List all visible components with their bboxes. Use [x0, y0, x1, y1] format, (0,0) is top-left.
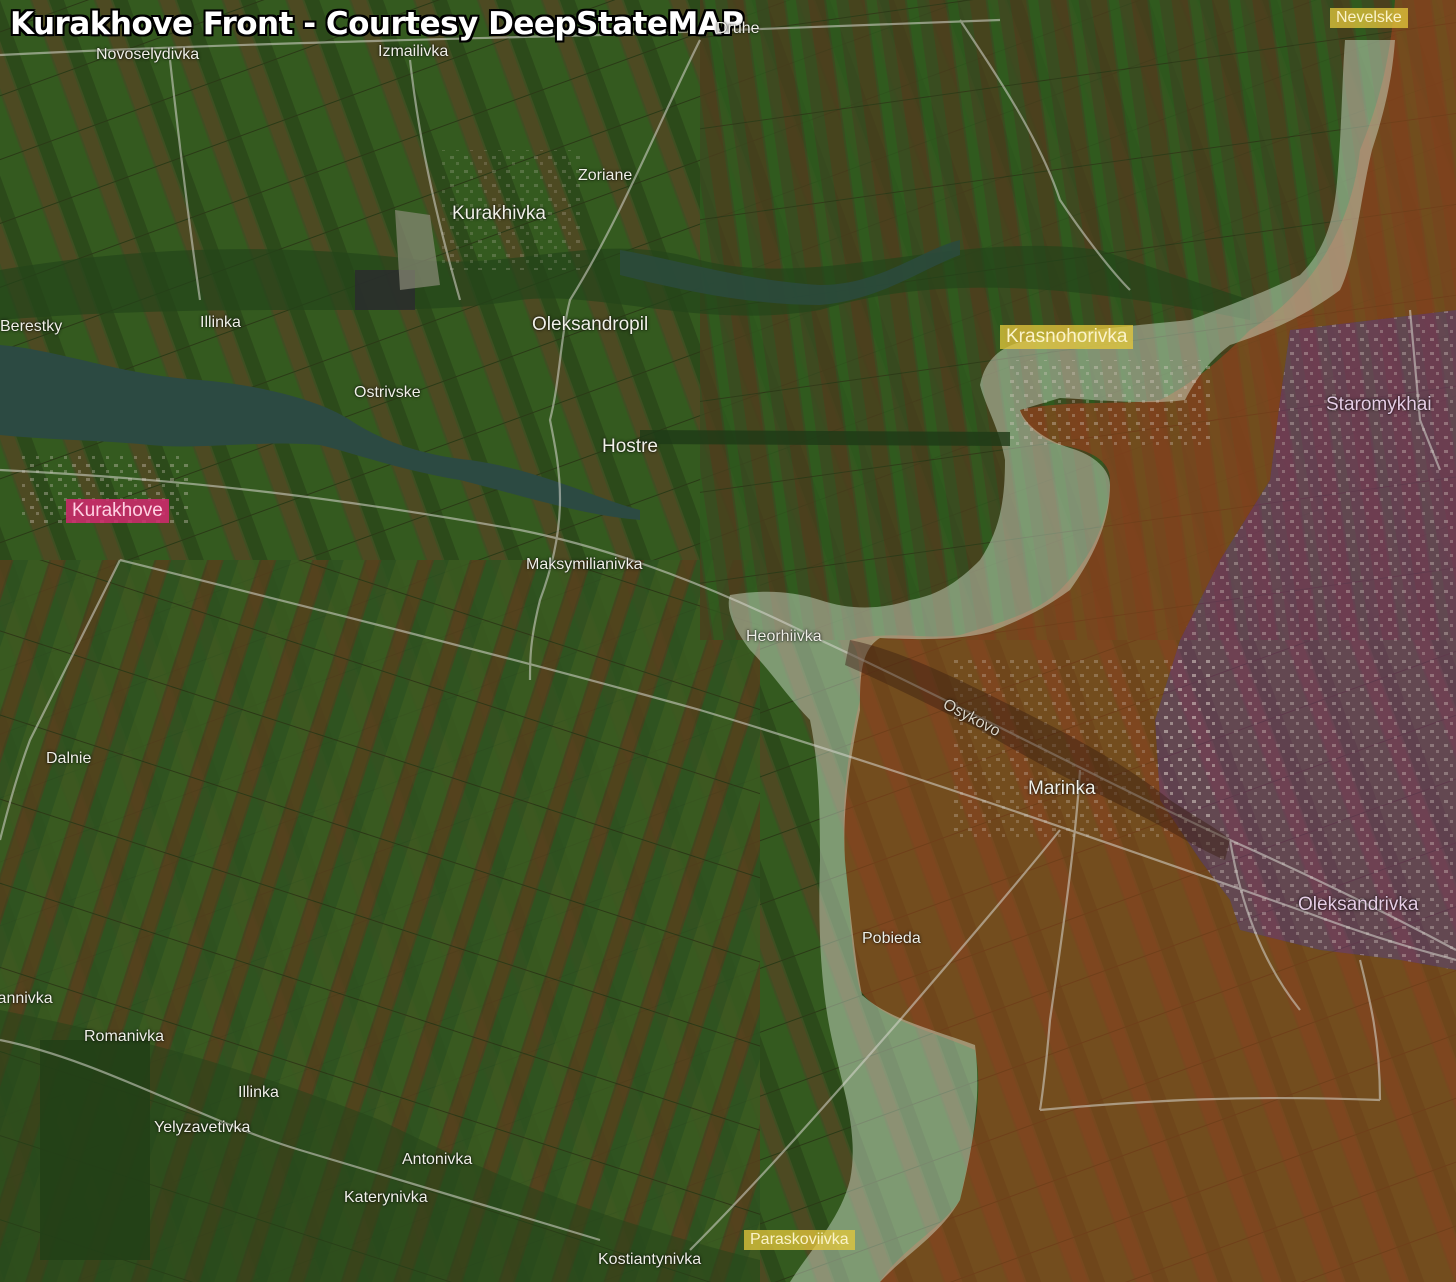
- label-novoselydivka: Novoselydivka: [96, 46, 200, 63]
- label-marinka: Marinka: [1028, 778, 1096, 799]
- label-nevelske: Nevelske: [1330, 8, 1408, 28]
- label-kurakhivka: Kurakhivka: [452, 203, 546, 224]
- label-hostre: Hostre: [602, 436, 658, 457]
- label-heorhiivka: Heorhiivka: [746, 628, 822, 645]
- hostre-tree-line: [640, 430, 1010, 446]
- label-illinka-south: Illinka: [238, 1084, 279, 1101]
- label-izmailivka: Izmailivka: [378, 43, 449, 60]
- label-maksymilianivka: Maksymilianivka: [526, 556, 643, 573]
- label-oleksandropil: Oleksandropil: [532, 314, 649, 335]
- label-ostrivske: Ostrivske: [354, 384, 421, 401]
- label-dalnie: Dalnie: [46, 750, 92, 767]
- label-hannivka: Hannivka: [0, 990, 53, 1007]
- map-title: Kurakhove Front - Courtesy DeepStateMAP: [10, 6, 744, 42]
- map-canvas: [0, 0, 1456, 1282]
- label-pobieda: Pobieda: [862, 930, 921, 947]
- label-berestky: Berestky: [0, 318, 63, 335]
- label-staromykhailivka: Staromykhai: [1326, 394, 1432, 415]
- map-view[interactable]: Kurakhove Front - Courtesy DeepStateMAP …: [0, 0, 1456, 1282]
- label-druhe: Druhe: [716, 20, 760, 37]
- label-illinka-north: Illinka: [200, 314, 241, 331]
- label-katerynivka: Katerynivka: [344, 1189, 428, 1206]
- label-kostiantynivka: Kostiantynivka: [598, 1251, 702, 1268]
- label-kurakhove: Kurakhove: [66, 499, 169, 523]
- label-krasnohorivka: Krasnohorivka: [1000, 325, 1134, 349]
- label-antonivka: Antonivka: [402, 1151, 473, 1168]
- label-romanivka: Romanivka: [84, 1028, 165, 1045]
- krasnohorivka-urban: [1010, 360, 1210, 450]
- label-yelyzavetivka: Yelyzavetivka: [154, 1119, 251, 1136]
- label-zoriane: Zoriane: [578, 167, 633, 184]
- label-paraskoviivka: Paraskoviivka: [744, 1230, 855, 1250]
- label-oleksandrivka: Oleksandrivka: [1298, 894, 1419, 915]
